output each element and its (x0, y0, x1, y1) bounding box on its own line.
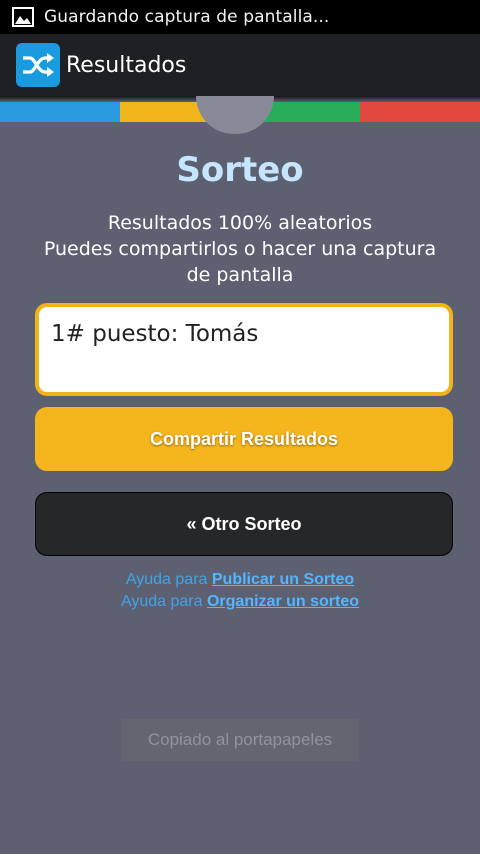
status-notification-text: Guardando captura de pantalla... (44, 7, 330, 27)
draw-title: Sorteo (176, 150, 304, 190)
share-results-button[interactable]: Compartir Resultados (35, 407, 453, 471)
another-draw-button[interactable]: « Otro Sorteo (35, 492, 453, 556)
help-publish-prefix: Ayuda para (125, 571, 212, 588)
clipboard-toast: Copiado al portapapeles (121, 719, 359, 761)
shuffle-icon (23, 53, 54, 77)
publish-draw-link[interactable]: Publicar un Sorteo (212, 571, 354, 588)
description: Resultados 100% aleatorios Puedes compar… (30, 210, 450, 288)
help-organize-prefix: Ayuda para (120, 593, 207, 610)
action-bar: Resultados (0, 34, 480, 96)
strip-red (360, 102, 480, 122)
description-line1: Resultados 100% aleatorios (107, 212, 373, 234)
page-title: Resultados (66, 52, 187, 78)
description-line2: Puedes compartirlos o hacer una captura … (43, 238, 437, 286)
status-bar: Guardando captura de pantalla... (0, 0, 480, 34)
image-notification-icon (12, 7, 34, 27)
header-semicircle (196, 96, 274, 134)
help-organize: Ayuda para Organizar un sorteo (0, 593, 480, 611)
strip-blue (0, 102, 120, 122)
help-publish: Ayuda para Publicar un Sorteo (0, 571, 480, 589)
app-icon[interactable] (16, 43, 60, 87)
results-textbox[interactable]: 1# puesto: Tomás (35, 303, 453, 396)
organize-draw-link[interactable]: Organizar un sorteo (207, 593, 359, 610)
